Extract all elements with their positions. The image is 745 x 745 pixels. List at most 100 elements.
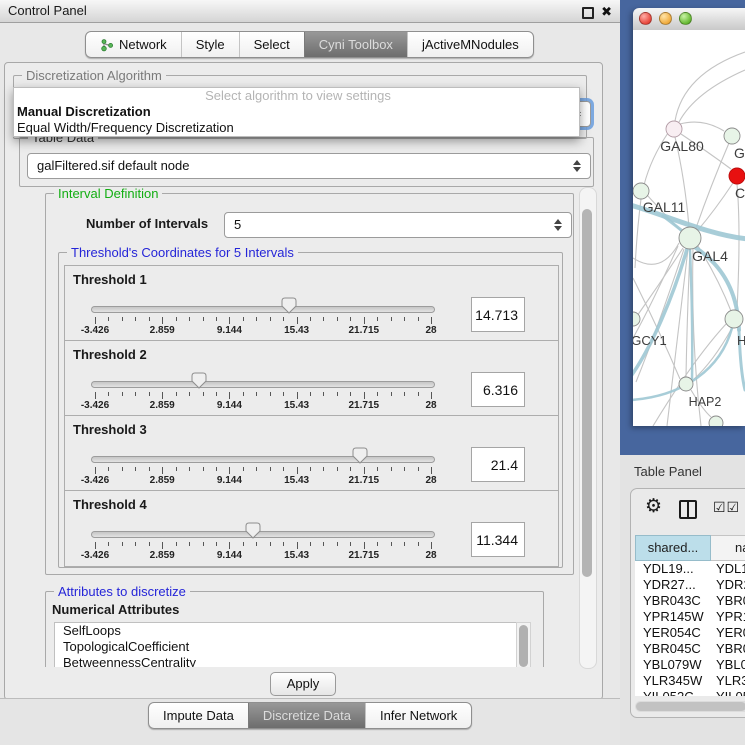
threshold-value-field[interactable]: 6.316 xyxy=(471,372,525,407)
network-canvas[interactable]: GAL80GACGAL11GAL4GCY1HHAP2 xyxy=(633,30,745,426)
close-icon[interactable]: ✖ xyxy=(601,1,612,23)
network-edge[interactable] xyxy=(675,52,745,121)
popup-item-equal-width-frequency-discretization[interactable]: Equal Width/Frequency Discretization xyxy=(14,120,579,136)
table-row-ybr043c[interactable]: YBR043CYBR04 xyxy=(635,593,745,609)
table-row-ydl19[interactable]: YDL19...YDL19 xyxy=(635,561,745,577)
table-header-row: shared... na xyxy=(635,535,745,561)
column-header-name[interactable]: na xyxy=(711,535,745,561)
minor-tick xyxy=(243,392,244,396)
threshold-slider-track[interactable] xyxy=(91,381,435,388)
tab-label: Discretize Data xyxy=(263,703,351,728)
network-edge[interactable] xyxy=(636,249,684,382)
threshold-value-field[interactable]: 11.344 xyxy=(471,522,525,557)
table-row-yil052c[interactable]: YIL052CYIL05 xyxy=(635,689,745,696)
threshold-row-1: Threshold 1-3.4262.8599.14415.4321.71528… xyxy=(64,265,559,342)
close-traffic-light-icon[interactable] xyxy=(639,12,652,25)
top-tab-bar: NetworkStyleSelectCyni ToolboxjActiveMNo… xyxy=(85,31,534,58)
tab-select[interactable]: Select xyxy=(239,32,304,57)
tab-jactivemnodules[interactable]: jActiveMNodules xyxy=(407,32,533,57)
tab-cyni-toolbox[interactable]: Cyni Toolbox xyxy=(304,32,407,57)
attributes-scrollbar-thumb[interactable] xyxy=(519,625,528,667)
zoom-traffic-light-icon[interactable] xyxy=(679,12,692,25)
minor-tick xyxy=(108,317,109,321)
float-window-icon[interactable] xyxy=(582,7,594,19)
threshold-slider-handle[interactable] xyxy=(281,297,297,314)
table-row-ybr045c[interactable]: YBR045CYBR04 xyxy=(635,641,745,657)
table-row-ydr27[interactable]: YDR27...YDR27 xyxy=(635,577,745,593)
tick-label: 2.859 xyxy=(132,550,192,561)
cell-shared-name: YPR145W xyxy=(635,609,711,625)
tab-infer-network[interactable]: Infer Network xyxy=(365,703,471,728)
network-edge-highlighted[interactable] xyxy=(690,250,692,380)
threshold-slider-track[interactable] xyxy=(91,456,435,463)
network-edge[interactable] xyxy=(737,184,739,310)
table-row-ybl079w[interactable]: YBL079WYBL07 xyxy=(635,657,745,673)
attributes-list-scrollbar[interactable] xyxy=(516,622,531,667)
network-node-gal4[interactable] xyxy=(679,227,701,249)
node-label-red-node: C xyxy=(735,185,745,201)
threshold-slider-handle[interactable] xyxy=(191,372,207,389)
threshold-slider-track[interactable] xyxy=(91,531,435,538)
threshold-label: Threshold 2 xyxy=(73,347,147,362)
network-node-gal80[interactable] xyxy=(666,121,682,137)
minor-tick xyxy=(135,542,136,546)
tab-impute-data[interactable]: Impute Data xyxy=(149,703,248,728)
apply-button[interactable]: Apply xyxy=(270,672,336,696)
vertical-scrollbar[interactable] xyxy=(579,187,597,669)
network-node-hap2[interactable] xyxy=(679,377,693,391)
threshold-slider-track[interactable] xyxy=(91,306,435,313)
minor-tick xyxy=(418,467,419,471)
attributes-legend: Attributes to discretize xyxy=(54,584,190,599)
table-row-ypr145w[interactable]: YPR145WYPR14 xyxy=(635,609,745,625)
numerical-attributes-list[interactable]: SelfLoopsTopologicalCoefficientBetweenne… xyxy=(54,622,518,667)
network-node-red-node[interactable] xyxy=(729,168,745,184)
popup-item-manual-discretization[interactable]: Manual Discretization xyxy=(14,104,579,120)
tab-network[interactable]: Network xyxy=(86,32,181,57)
cell-shared-name: YDR27... xyxy=(635,577,711,593)
threshold-value-field[interactable]: 14.713 xyxy=(471,297,525,332)
minor-tick xyxy=(149,392,150,396)
table-data-combo[interactable]: galFiltered.sif default node xyxy=(27,153,591,179)
threshold-slider-handle[interactable] xyxy=(352,447,368,464)
number-of-intervals-combo[interactable]: 5 xyxy=(224,212,572,238)
minor-tick xyxy=(283,317,284,321)
columns-icon[interactable] xyxy=(679,500,697,519)
column-header-shared-name[interactable]: shared... xyxy=(635,535,711,561)
attribute-item-selfloops[interactable]: SelfLoops xyxy=(55,623,517,639)
minor-tick xyxy=(337,317,338,321)
network-window-titlebar[interactable] xyxy=(633,8,745,31)
minor-tick xyxy=(310,392,311,396)
minimize-traffic-light-icon[interactable] xyxy=(659,12,672,25)
network-node-ga[interactable] xyxy=(724,128,740,144)
tick-label: -3.426 xyxy=(65,550,125,561)
vertical-scrollbar-thumb[interactable] xyxy=(582,209,592,577)
table-hscrollbar-thumb[interactable] xyxy=(636,702,745,711)
gear-icon[interactable]: ⚙ xyxy=(645,495,662,517)
network-edge[interactable] xyxy=(693,328,732,380)
network-edge-highlighted[interactable] xyxy=(633,249,687,376)
threshold-slider-handle[interactable] xyxy=(245,522,261,539)
attribute-item-topologicalcoefficient[interactable]: TopologicalCoefficient xyxy=(55,639,517,655)
select-columns-icon[interactable]: ☑☑ xyxy=(713,500,740,516)
minor-tick xyxy=(391,317,392,321)
table-row-yer054c[interactable]: YER054CYER05 xyxy=(635,625,745,641)
network-node-partial-bottom[interactable] xyxy=(709,416,723,426)
attribute-item-betweennesscentrality[interactable]: BetweennessCentrality xyxy=(55,655,517,667)
network-edge[interactable] xyxy=(679,70,745,122)
network-edge[interactable] xyxy=(633,243,679,264)
tab-style[interactable]: Style xyxy=(181,32,239,57)
threshold-value-field[interactable]: 21.4 xyxy=(471,447,525,482)
minor-tick xyxy=(337,542,338,546)
tab-discretize-data[interactable]: Discretize Data xyxy=(248,703,365,728)
network-edge[interactable] xyxy=(686,249,690,377)
node-label-gal4: GAL4 xyxy=(692,248,728,264)
network-node-gal11[interactable] xyxy=(633,183,649,199)
table-row-ylr345w[interactable]: YLR345WYLR34 xyxy=(635,673,745,689)
network-edge[interactable] xyxy=(680,122,724,131)
popup-placeholder-item[interactable]: Select algorithm to view settings xyxy=(14,88,579,104)
minor-tick xyxy=(350,317,351,321)
network-node-h[interactable] xyxy=(725,310,743,328)
minor-tick xyxy=(216,467,217,471)
minor-tick xyxy=(203,317,204,321)
table-horizontal-scrollbar[interactable] xyxy=(635,701,745,712)
